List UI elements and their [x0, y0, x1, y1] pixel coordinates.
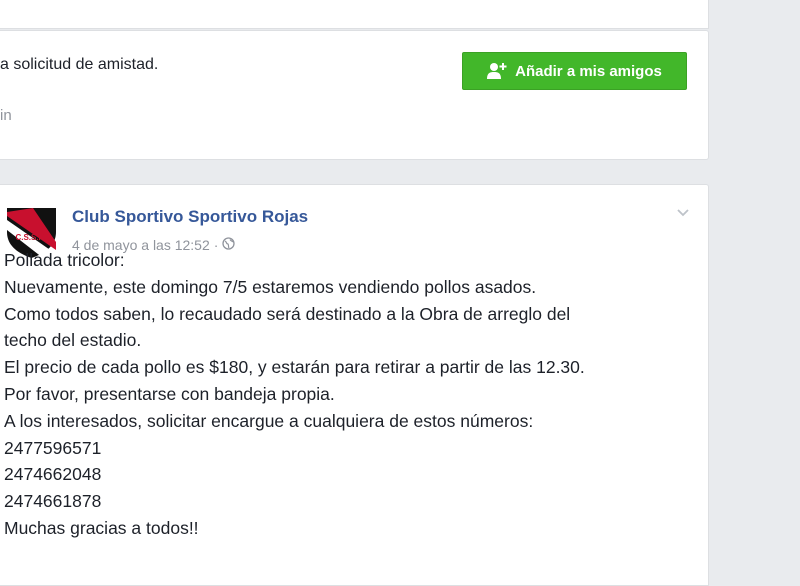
post-line: 2477596571: [4, 437, 102, 458]
post-line: El precio de cada pollo es $180, y estar…: [4, 357, 585, 378]
post-body: Pollada tricolor: Nuevamente, este domin…: [4, 247, 585, 542]
friend-request-card: a solicitud de amistad. in Añadir a mis …: [0, 30, 709, 160]
post-line: Por favor, presentarse con bandeja propi…: [4, 383, 335, 404]
right-rail: [709, 0, 800, 579]
post-line: Pollada tricolor:: [4, 250, 125, 270]
post-line: A los interesados, solicitar encargue a …: [4, 410, 534, 431]
avatar-crest-text: C.S.S.R.: [15, 233, 46, 242]
post-line: 2474661878: [4, 491, 102, 512]
friend-request-text: a solicitud de amistad.: [0, 56, 159, 73]
chevron-down-icon[interactable]: [676, 205, 690, 223]
post-line: Muchas gracias a todos!!: [4, 517, 199, 538]
post-line: Nuevamente, este domingo 7/5 estaremos v…: [4, 276, 537, 297]
post-line: techo del estadio.: [4, 330, 142, 351]
friend-request-subtext: in: [0, 107, 12, 124]
previous-card: [0, 0, 709, 29]
post-author-link[interactable]: Club Sportivo Sportivo Rojas: [72, 207, 308, 227]
add-friend-button[interactable]: Añadir a mis amigos: [462, 52, 687, 90]
post-line: Como todos saben, lo recaudado será dest…: [4, 303, 571, 324]
add-friend-button-label: Añadir a mis amigos: [515, 62, 662, 80]
post-line: 2474662048: [4, 464, 102, 485]
post-card: C.S.S.R. Club Sportivo Sportivo Rojas 4 …: [0, 184, 709, 586]
add-friend-icon: [487, 62, 507, 80]
